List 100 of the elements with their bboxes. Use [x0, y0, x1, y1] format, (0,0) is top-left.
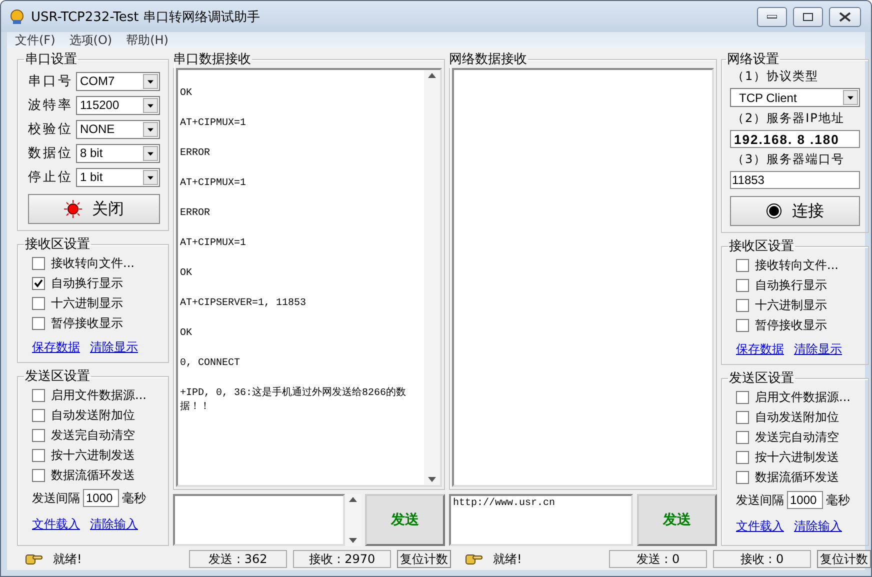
sent-counter: 发送 : 0 [609, 550, 707, 568]
checkbox-label: 自动换行显示 [755, 277, 827, 294]
panel-title: 串口数据接收 [172, 51, 252, 68]
checkbox-label: 接收转向文件... [51, 255, 134, 272]
caret-icon[interactable] [143, 122, 158, 136]
checkbox[interactable] [32, 317, 45, 330]
close-port-button[interactable]: 关闭 [28, 194, 160, 224]
group-title: 串口设置 [24, 51, 78, 68]
ip-address-field[interactable]: 192.168. 8 .180 [730, 130, 860, 148]
checkbox[interactable] [32, 389, 45, 402]
port-field[interactable]: 11853 [730, 171, 860, 189]
received-line: 0, CONNECT [180, 357, 242, 371]
pointing-hand-icon [25, 553, 43, 565]
checkbox[interactable] [32, 429, 45, 442]
scroll-down-icon[interactable] [349, 538, 357, 543]
link[interactable]: 清除输入 [90, 516, 138, 533]
link[interactable]: 文件载入 [32, 516, 80, 533]
checkbox-label: 十六进制显示 [755, 297, 827, 314]
dropdown[interactable]: TCP Client [730, 88, 860, 107]
dropdown[interactable]: COM7 [76, 72, 160, 90]
field-label: 串口号 [28, 73, 74, 90]
received-counter: 接收 : 2970 [293, 550, 391, 568]
group-title: 网络设置 [726, 51, 780, 68]
field-label: （1）协议类型 [731, 68, 820, 85]
status-text: 就绪! [493, 550, 523, 568]
checkbox[interactable] [32, 449, 45, 462]
sent-counter: 发送 : 362 [189, 550, 287, 568]
checkbox[interactable] [736, 299, 749, 312]
caret-icon[interactable] [143, 74, 158, 88]
link[interactable]: 清除显示 [794, 341, 842, 358]
checkbox[interactable] [32, 277, 45, 290]
checkbox[interactable] [736, 451, 749, 464]
checkbox[interactable] [32, 409, 45, 422]
checkbox[interactable] [32, 257, 45, 270]
close-button[interactable] [829, 6, 861, 26]
checkbox-label: 启用文件数据源... [755, 389, 850, 406]
menu-item[interactable]: 选项(O) [69, 32, 112, 48]
checkbox-label: 暂停接收显示 [755, 317, 827, 334]
menu-item[interactable]: 帮助(H) [126, 32, 168, 48]
checkbox[interactable] [32, 297, 45, 310]
checkbox-label: 数据流循环发送 [755, 469, 839, 486]
checkbox-label: 发送完自动清空 [755, 429, 839, 446]
panel-title: 网络数据接收 [448, 51, 528, 68]
minimize-button[interactable] [757, 6, 787, 26]
send-button[interactable]: 发送 [637, 494, 717, 546]
dropdown[interactable]: NONE [76, 120, 160, 138]
received-line: OK [180, 87, 194, 101]
link[interactable]: 保存数据 [736, 341, 784, 358]
checkbox[interactable] [736, 411, 749, 424]
link[interactable]: 清除输入 [794, 518, 842, 535]
field-label: （2）服务器IP地址 [731, 110, 846, 127]
field-label: （3）服务器端口号 [731, 151, 846, 168]
received-line: ERROR [180, 207, 212, 221]
interval-label: 发送间隔 [736, 492, 784, 508]
minimize-icon [767, 14, 777, 18]
link[interactable]: 清除显示 [90, 339, 138, 356]
caret-icon[interactable] [843, 90, 858, 105]
scroll-up-icon[interactable] [349, 497, 357, 502]
checkbox-label: 十六进制显示 [51, 295, 123, 312]
checkbox[interactable] [32, 469, 45, 482]
send-button[interactable]: 发送 [365, 494, 445, 546]
send-field[interactable] [173, 494, 345, 546]
menu-item[interactable]: 文件(F) [15, 32, 56, 48]
interval-field[interactable]: 1000 [83, 489, 119, 507]
checkbox[interactable] [736, 391, 749, 404]
unit-label: 毫秒 [122, 490, 146, 506]
dropdown[interactable]: 115200 [76, 96, 160, 114]
scroll-down-icon[interactable] [428, 477, 436, 482]
unit-label: 毫秒 [826, 492, 850, 508]
reset-count-button[interactable]: 复位计数 [397, 550, 451, 568]
checkbox[interactable] [736, 279, 749, 292]
dropdown[interactable]: 8 bit [76, 144, 160, 162]
checkbox-label: 自动发送附加位 [51, 407, 135, 424]
link[interactable]: 保存数据 [32, 339, 80, 356]
group-title: 接收区设置 [24, 236, 91, 253]
interval-field[interactable]: 1000 [787, 491, 823, 509]
radio-dot-icon [766, 203, 782, 219]
connect-button[interactable]: 连接 [730, 196, 860, 226]
reset-count-button[interactable]: 复位计数 [817, 550, 871, 568]
received-line: AT+CIPSERVER=1, 11853 [180, 297, 308, 311]
maximize-button[interactable] [793, 6, 823, 26]
checkbox-label: 启用文件数据源... [51, 387, 146, 404]
checkbox[interactable] [736, 431, 749, 444]
pointing-hand-icon [465, 553, 483, 565]
received-line: +IPD, 0, 36:这是手机通过外网发送给8266的数据！！ [180, 387, 408, 415]
caret-icon[interactable] [143, 146, 158, 160]
checkbox[interactable] [736, 259, 749, 272]
maximize-icon [803, 12, 813, 20]
received-counter: 接收 : 0 [713, 550, 811, 568]
received-line: AT+CIPMUX=1 [180, 117, 248, 131]
caret-icon[interactable] [143, 170, 158, 184]
received-line: OK [180, 327, 194, 341]
link[interactable]: 文件载入 [736, 518, 784, 535]
received-line: AT+CIPMUX=1 [180, 177, 248, 191]
caret-icon[interactable] [143, 98, 158, 112]
scroll-up-icon[interactable] [428, 73, 436, 78]
checkbox[interactable] [736, 319, 749, 332]
send-field[interactable]: http://www.usr.cn [449, 494, 633, 546]
dropdown[interactable]: 1 bit [76, 168, 160, 186]
checkbox[interactable] [736, 471, 749, 484]
